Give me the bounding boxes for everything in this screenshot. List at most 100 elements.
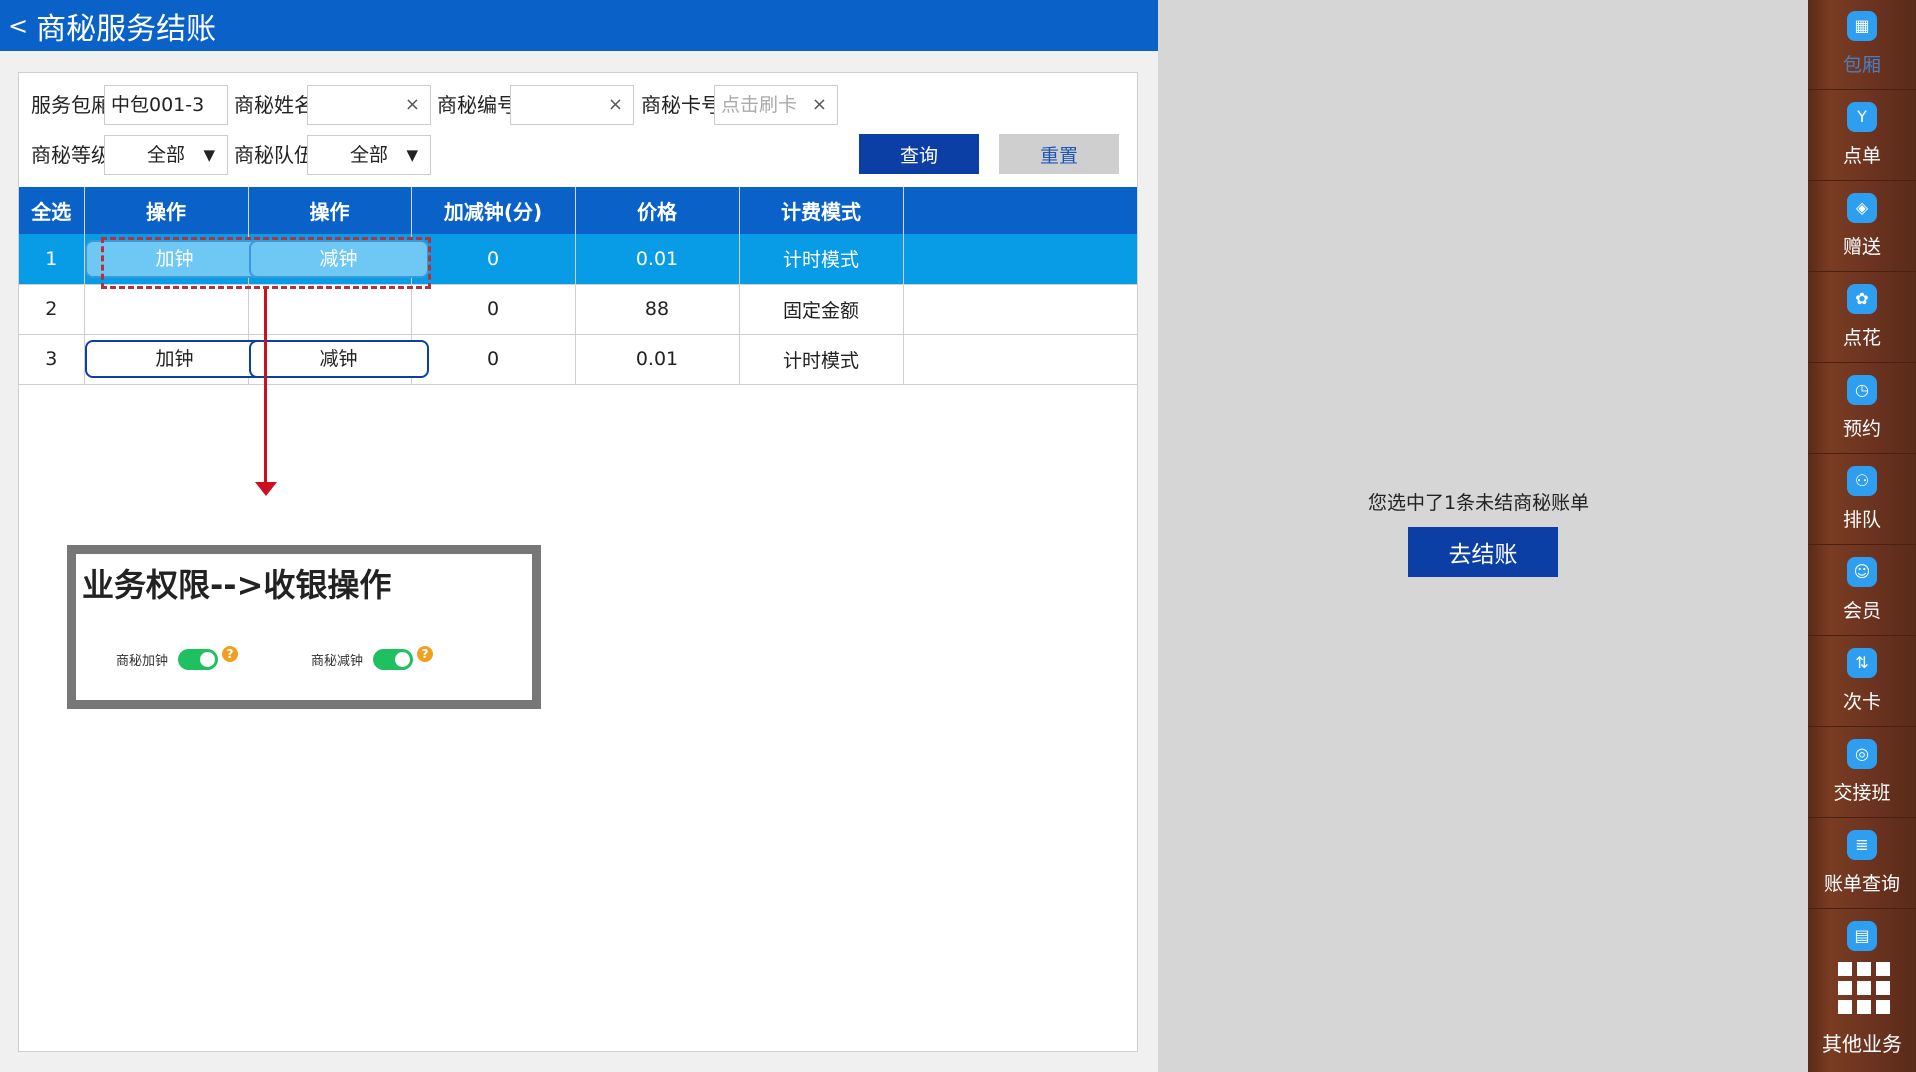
row-minutes: 0: [411, 284, 576, 335]
permission-sub-time: 商秘减钟 ?: [311, 645, 434, 670]
row-index: 3: [19, 334, 85, 385]
clear-card-icon[interactable]: ×: [812, 86, 827, 124]
nav-label: 交接班: [1833, 782, 1891, 804]
select-all-header[interactable]: 全选: [19, 187, 85, 234]
row-mode: 固定金额: [739, 284, 904, 335]
nav-item-member[interactable]: ☺ 会员: [1808, 546, 1916, 636]
team-label: 商秘队伍: [234, 143, 314, 167]
empty-header: [903, 187, 1138, 234]
back-icon[interactable]: <: [8, 14, 28, 38]
secretary-table: 全选 操作 操作 加减钟(分) 价格 计费模式 1 加钟 减钟 0 0.01 计…: [19, 187, 1138, 385]
query-button[interactable]: 查询: [859, 134, 979, 174]
nav-item-queue[interactable]: ⚇ 排队: [1808, 455, 1916, 545]
name-label: 商秘姓名: [234, 93, 314, 117]
help-icon[interactable]: ?: [222, 645, 239, 662]
side-nav: ▦ 包厢 Y 点单 ◈ 赠送 ✿ 点花 ◷ 预约 ⚇ 排队 ☺ 会员 ⇅ 次卡 …: [1808, 0, 1916, 1072]
nav-item-reserve[interactable]: ◷ 预约: [1808, 364, 1916, 454]
nav-item-rooms[interactable]: ▦ 包厢: [1808, 0, 1916, 90]
team-select[interactable]: 全部 ▼: [307, 135, 431, 175]
minutes-header: 加减钟(分): [411, 187, 576, 234]
action-header: 操作: [84, 187, 249, 234]
subtract-time-button[interactable]: 减钟: [248, 340, 429, 378]
team-value: 全部: [349, 144, 388, 166]
filter-bar: 服务包厢 中包001-3 商秘姓名 × 商秘编号 × 商秘卡号 点击刷卡 × 商…: [19, 73, 1139, 185]
title-bar: < 商秘服务结账: [0, 0, 1158, 51]
subtract-time-button[interactable]: 减钟: [248, 239, 429, 278]
add-time-button[interactable]: 加钟: [84, 239, 265, 278]
nav-item-gift[interactable]: ◈ 赠送: [1808, 182, 1916, 272]
page-title: 商秘服务结账: [36, 11, 217, 47]
report-icon: ▤: [1847, 921, 1877, 951]
card-label: 商秘卡号: [641, 93, 721, 117]
card-input[interactable]: 点击刷卡 ×: [714, 85, 838, 125]
row-price: 88: [575, 284, 740, 335]
bill-search-icon: ≣: [1847, 830, 1877, 860]
number-input[interactable]: ×: [510, 85, 634, 125]
room-input[interactable]: 中包001-3: [104, 85, 228, 125]
nav-label: 会员: [1842, 600, 1881, 622]
room-label: 服务包厢: [31, 93, 111, 117]
add-time-button[interactable]: 加钟: [84, 340, 265, 378]
member-icon: ☺: [1847, 557, 1877, 587]
clear-number-icon[interactable]: ×: [608, 86, 623, 124]
action-header: 操作: [248, 187, 412, 234]
nav-item-order[interactable]: Y 点单: [1808, 91, 1916, 181]
checkout-panel: < 商秘服务结账 服务包厢 中包001-3 商秘姓名 × 商秘编号 × 商秘卡号…: [0, 0, 1158, 1072]
nav-label: 排队: [1842, 509, 1881, 531]
row-minutes: 0: [411, 234, 576, 285]
nav-item-bill-search[interactable]: ≣ 账单查询: [1808, 819, 1916, 909]
level-label: 商秘等级: [31, 143, 111, 167]
reset-button[interactable]: 重置: [999, 134, 1119, 174]
table-row[interactable]: 2 0 88 固定金额: [19, 284, 1138, 335]
row-price: 0.01: [575, 334, 740, 385]
permission-add-time: 商秘加钟 ?: [116, 645, 239, 670]
nav-item-punch-card[interactable]: ⇅ 次卡: [1808, 637, 1916, 727]
row-mode: 计时模式: [739, 334, 904, 385]
nav-label: 账单查询: [1823, 873, 1900, 895]
caret-down-icon: ▼: [203, 146, 215, 164]
card-icon: ⇅: [1847, 648, 1877, 678]
gift-icon: ◈: [1847, 193, 1877, 223]
level-value: 全部: [146, 144, 185, 166]
price-header: 价格: [575, 187, 740, 234]
annotation-arrow: [264, 289, 267, 482]
subtract-time-toggle[interactable]: [373, 649, 414, 670]
permission-sub-label: 商秘减钟: [311, 654, 364, 669]
card-placeholder: 点击刷卡: [721, 94, 798, 116]
flower-icon: ✿: [1847, 284, 1877, 314]
row-mode: 计时模式: [739, 234, 904, 285]
permission-title: 业务权限-->收银操作: [82, 566, 392, 604]
permission-add-label: 商秘加钟: [116, 654, 169, 669]
add-time-toggle[interactable]: [178, 649, 219, 670]
nav-item-more[interactable]: 其他业务: [1808, 1028, 1916, 1057]
caret-down-icon: ▼: [406, 146, 418, 164]
nav-label: 点单: [1842, 145, 1881, 167]
grid-icon: ▦: [1847, 11, 1877, 41]
mode-header: 计费模式: [739, 187, 904, 234]
permission-callout: 业务权限-->收银操作 商秘加钟 ? 商秘减钟 ?: [67, 545, 541, 709]
nav-item-report[interactable]: ▤: [1808, 910, 1916, 960]
table-header: 全选 操作 操作 加减钟(分) 价格 计费模式: [19, 187, 1138, 234]
more-apps-icon[interactable]: [1838, 962, 1890, 1014]
clock-icon: ◷: [1847, 375, 1877, 405]
name-input[interactable]: ×: [307, 85, 431, 125]
level-select[interactable]: 全部 ▼: [104, 135, 228, 175]
clear-name-icon[interactable]: ×: [405, 86, 420, 124]
shift-icon: ◎: [1847, 739, 1877, 769]
nav-label: 赠送: [1842, 236, 1881, 258]
table-row[interactable]: 1 加钟 减钟 0 0.01 计时模式: [19, 234, 1138, 285]
nav-item-flowers[interactable]: ✿ 点花: [1808, 273, 1916, 363]
nav-item-shift[interactable]: ◎ 交接班: [1808, 728, 1916, 818]
help-icon[interactable]: ?: [417, 645, 434, 662]
nav-label: 包厢: [1842, 54, 1881, 76]
arrow-head-icon: [255, 482, 277, 496]
row-index: 1: [19, 234, 85, 285]
checkout-button[interactable]: 去结账: [1408, 527, 1558, 577]
row-price: 0.01: [575, 234, 740, 285]
row-index: 2: [19, 284, 85, 335]
content-panel: 服务包厢 中包001-3 商秘姓名 × 商秘编号 × 商秘卡号 点击刷卡 × 商…: [18, 72, 1138, 1052]
nav-label: 预约: [1842, 418, 1881, 440]
nav-label: 次卡: [1842, 691, 1881, 713]
nav-label: 点花: [1842, 327, 1881, 349]
table-row[interactable]: 3 加钟 减钟 0 0.01 计时模式: [19, 334, 1138, 385]
